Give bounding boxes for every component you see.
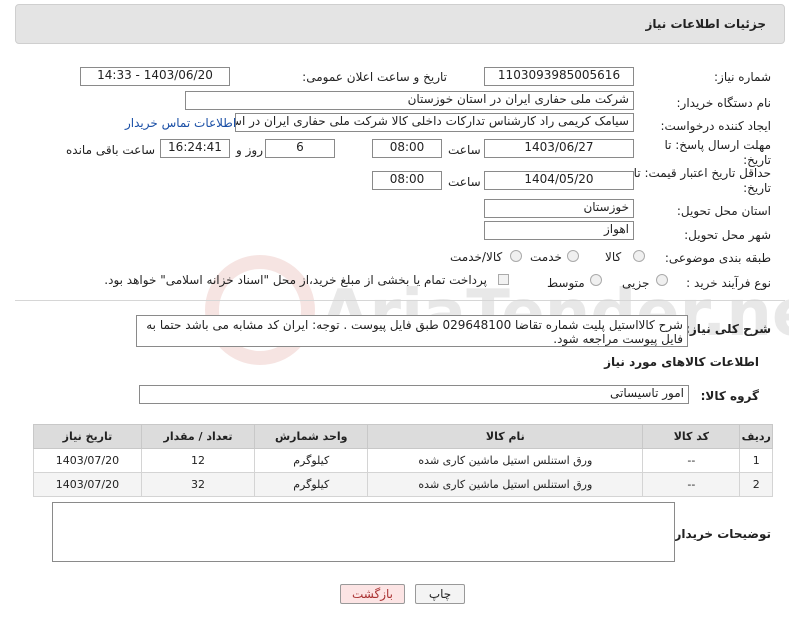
cell: 12 xyxy=(140,448,256,473)
city-label: شهر محل تحویل: xyxy=(684,228,771,242)
cell: ورق استنلس استیل ماشین کاری شده xyxy=(367,472,644,497)
category-option-service: خدمت xyxy=(530,250,562,264)
deadline-time-field: 08:00 xyxy=(372,139,442,158)
validity-label: حداقل تاریخ اعتبار قیمت: تا xyxy=(633,166,771,180)
goods-group-label: گروه کالا: xyxy=(700,389,759,403)
cell: 32 xyxy=(140,472,256,497)
province-field: خوزستان xyxy=(484,199,634,218)
process-option-medium: متوسط xyxy=(547,276,585,290)
category-label: طبقه بندی موضوعی: xyxy=(664,251,771,265)
column-header: واحد شمارش xyxy=(254,424,369,449)
cell: -- xyxy=(642,472,741,497)
buyer-notes-label: توضیحات خریدار: xyxy=(669,527,771,541)
table-row: 2 -- ورق استنلس استیل ماشین کاری شده کیل… xyxy=(33,472,773,497)
validity-time-label: ساعت xyxy=(448,175,481,189)
goods-section-title: اطلاعات کالاهای مورد نیاز xyxy=(604,355,759,369)
description-label: شرح کلی نیاز: xyxy=(685,322,771,336)
page-title: جزئیات اطلاعات نیاز xyxy=(645,17,766,31)
page-header: جزئیات اطلاعات نیاز xyxy=(15,4,785,44)
treasury-payment-checkbox[interactable] xyxy=(498,274,509,285)
buyer-field: شرکت ملی حفاری ایران در استان خوزستان xyxy=(185,91,634,110)
description-textarea[interactable]: شرح کالااستیل پلیت شماره تقاضا 029648100… xyxy=(136,315,688,347)
validity-label-date: تاریخ: xyxy=(743,181,771,195)
buyer-contact-link[interactable]: اطلاعات تماس خریدار xyxy=(125,116,236,130)
province-label: استان محل تحویل: xyxy=(676,204,771,218)
cell: کیلوگرم xyxy=(254,448,369,473)
cell: 1403/07/20 xyxy=(33,472,142,497)
validity-date-field: 1404/05/20 xyxy=(484,171,634,190)
goods-group-field: امور تاسیساتی xyxy=(139,385,689,404)
buyer-label: نام دستگاه خریدار: xyxy=(676,96,772,110)
requester-label: ایجاد کننده درخواست: xyxy=(660,119,771,133)
cell: کیلوگرم xyxy=(254,472,369,497)
requester-field: سیامک کریمی راد کارشناس تدارکات داخلی کا… xyxy=(235,113,634,132)
announce-field: 1403/06/20 - 14:33 xyxy=(80,67,230,86)
process-option-partial: جزیی xyxy=(622,276,650,290)
cell: ورق استنلس استیل ماشین کاری شده xyxy=(367,448,644,473)
deadline-date-field: 1403/06/27 xyxy=(484,139,634,158)
deadline-time-label: ساعت xyxy=(448,143,481,157)
deadline-label: مهلت ارسال پاسخ: تا xyxy=(664,138,771,152)
cell: 1 xyxy=(739,448,773,473)
process-radio-medium[interactable] xyxy=(590,274,602,286)
city-field: اهواز xyxy=(484,221,634,240)
deadline-days-field: 6 xyxy=(265,139,335,158)
column-header: نام کالا xyxy=(367,424,644,449)
print-button[interactable]: چاپ xyxy=(415,584,465,604)
category-radio-goods-service[interactable] xyxy=(510,250,522,262)
deadline-days-label: روز و xyxy=(236,143,263,157)
cell: -- xyxy=(642,448,741,473)
process-radio-partial[interactable] xyxy=(656,274,668,286)
need-number-label: شماره نیاز: xyxy=(714,70,771,84)
buyer-notes-textarea[interactable] xyxy=(52,502,675,562)
announce-label: تاریخ و ساعت اعلان عمومی: xyxy=(302,70,447,84)
category-option-goods: کالا xyxy=(605,250,622,264)
validity-time-field: 08:00 xyxy=(372,171,442,190)
divider xyxy=(15,300,785,301)
table-row: 1 -- ورق استنلس استیل ماشین کاری شده کیل… xyxy=(33,448,773,473)
back-button[interactable]: بازگشت xyxy=(340,584,405,604)
remaining-time-field: 16:24:41 xyxy=(160,139,230,158)
goods-table: ردیف کد کالا نام کالا واحد شمارش تعداد /… xyxy=(33,424,773,497)
column-header: کد کالا xyxy=(642,424,741,449)
need-number-field: 1103093985005616 xyxy=(484,67,634,86)
category-radio-service[interactable] xyxy=(567,250,579,262)
watermark-logo: AriaTender.neT xyxy=(205,255,789,365)
column-header: تعداد / مقدار xyxy=(140,424,256,449)
cell: 2 xyxy=(739,472,773,497)
deadline-label-date: تاریخ: xyxy=(743,153,771,167)
remaining-time-label: ساعت باقی مانده xyxy=(66,143,156,157)
column-header: تاریخ نیاز xyxy=(33,424,142,449)
cell: 1403/07/20 xyxy=(33,448,142,473)
process-label: نوع فرآیند خرید : xyxy=(686,276,771,290)
treasury-payment-note: پرداخت تمام یا بخشی از مبلغ خرید،از محل … xyxy=(104,273,487,287)
table-header-row: ردیف کد کالا نام کالا واحد شمارش تعداد /… xyxy=(33,424,773,449)
category-option-goods-service: کالا/خدمت xyxy=(450,250,503,264)
column-header: ردیف xyxy=(739,424,773,449)
category-radio-goods[interactable] xyxy=(633,250,645,262)
